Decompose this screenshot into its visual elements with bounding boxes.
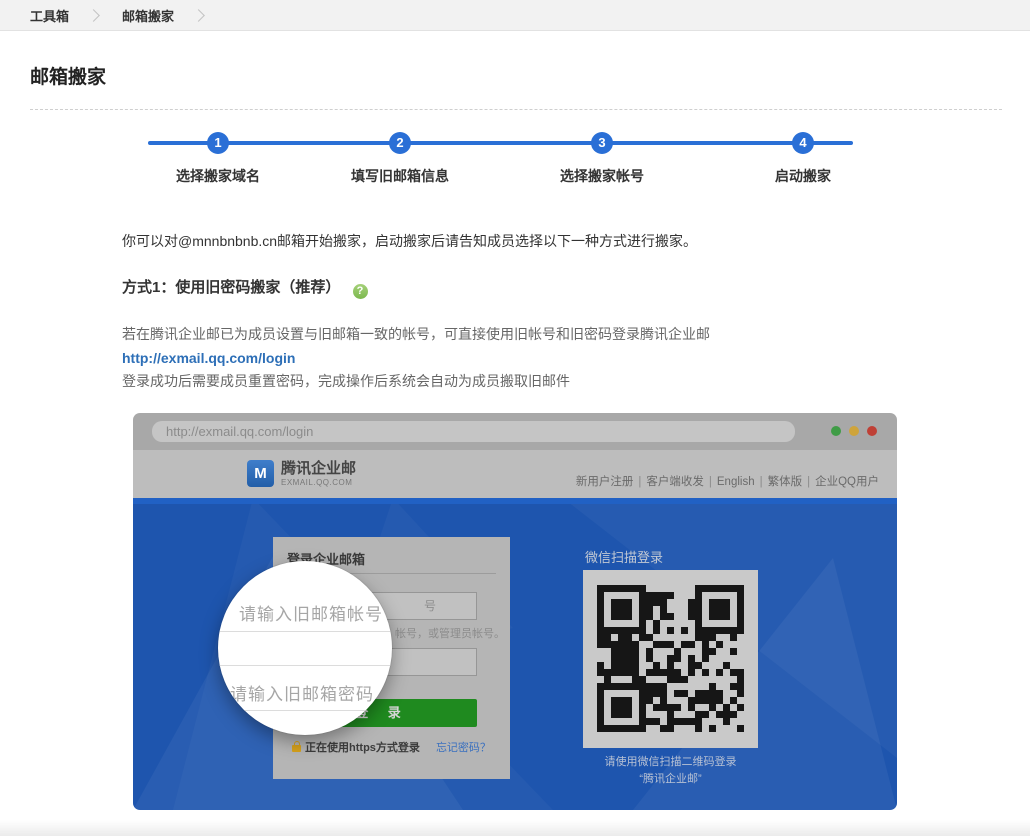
exmail-logo-subtitle: EXMAIL.QQ.COM: [281, 478, 356, 487]
password-placeholder-magnified: 请输入旧邮箱密码: [230, 680, 374, 705]
method1-line2: 登录成功后需要成员重置密码，完成操作后系统会自动为成员搬取旧邮件: [122, 370, 710, 394]
login-page-screenshot: http://exmail.qq.com/login M 腾讯企业邮 EXMAI…: [133, 413, 897, 810]
input-border-line: [218, 710, 392, 711]
step-2-label: 填写旧邮箱信息: [320, 166, 480, 186]
nav-register-link[interactable]: 新用户注册: [576, 476, 634, 488]
wechat-scan-heading: 微信扫描登录: [585, 547, 663, 566]
stepper-line: [148, 141, 853, 145]
chevron-right-icon: [87, 9, 100, 22]
qr-caption-line2: “腾讯企业邮”: [583, 770, 758, 786]
help-question-icon[interactable]: ?: [353, 284, 368, 299]
breadcrumb-mail-migration[interactable]: 邮箱搬家: [122, 6, 174, 25]
input-border-line: [218, 631, 392, 632]
nav-separator: |: [638, 476, 641, 488]
browser-url-bar[interactable]: http://exmail.qq.com/login: [152, 421, 795, 442]
red-dot-icon: [867, 426, 877, 436]
qr-finder-icon: [597, 683, 646, 732]
exmail-site-header: M 腾讯企业邮 EXMAIL.QQ.COM 新用户注册 | 客户端收发 | Englis…: [133, 450, 897, 498]
breadcrumb-toolbox[interactable]: 工具箱: [30, 6, 69, 25]
nav-separator: |: [760, 476, 763, 488]
browser-window-dots: [831, 426, 877, 436]
exmail-logo-title: 腾讯企业邮: [281, 461, 356, 476]
nav-traditional-link[interactable]: 繁体版: [768, 476, 803, 488]
qr-caption-line1: 请使用微信扫描二维码登录: [583, 753, 758, 769]
method1-description: 若在腾讯企业邮已为成员设置与旧邮箱一致的帐号，可直接使用旧帐号和旧密码登录腾讯企…: [122, 323, 710, 394]
browser-chrome: http://exmail.qq.com/login: [133, 413, 897, 450]
exmail-logo: M 腾讯企业邮 EXMAIL.QQ.COM: [247, 460, 356, 487]
chevron-right-icon: [192, 9, 205, 22]
account-placeholder-magnified: 请输入旧邮箱帐号: [239, 600, 383, 625]
nav-separator: |: [709, 476, 712, 488]
page-title: 邮箱搬家: [30, 62, 106, 89]
yellow-dot-icon: [849, 426, 859, 436]
exmail-login-link[interactable]: http://exmail.qq.com/login: [122, 347, 295, 371]
exmail-logo-icon: M: [247, 460, 274, 487]
step-3-dot: 3: [591, 132, 613, 154]
bottom-fade: [0, 820, 1030, 836]
magnifier-circle: 请输入旧邮箱帐号 请输入旧邮箱密码: [218, 561, 392, 735]
breadcrumb: 工具箱 邮箱搬家: [0, 0, 1030, 31]
account-hint-text: 帐号，或管理员帐号。: [395, 625, 505, 641]
green-dot-icon: [831, 426, 841, 436]
lock-icon: [292, 745, 301, 752]
step-4-label: 启动搬家: [723, 166, 883, 186]
login-panel-footer: 正在使用https方式登录 忘记密码？: [273, 739, 510, 755]
dashed-divider: [30, 109, 1002, 110]
method1-heading-text: 方式1：使用旧密码搬家（推荐）: [122, 279, 340, 296]
nav-separator: |: [807, 476, 810, 488]
migration-intro-text: 你可以对@mnnbnbnb.cn邮箱开始搬家，启动搬家后请告知成员选择以下一种方…: [122, 231, 697, 251]
qr-code: [583, 570, 758, 748]
input-border-line: [218, 665, 392, 666]
nav-english-link[interactable]: English: [717, 476, 755, 488]
https-note-text: 正在使用https方式登录: [305, 739, 420, 755]
qr-finder-icon: [597, 585, 646, 634]
step-2-dot: 2: [389, 132, 411, 154]
method1-heading: 方式1：使用旧密码搬家（推荐） ?: [122, 276, 368, 299]
step-4-dot: 4: [792, 132, 814, 154]
nav-qq-user-link[interactable]: 企业QQ用户: [815, 476, 879, 488]
https-note: 正在使用https方式登录: [292, 739, 420, 755]
forgot-password-link[interactable]: 忘记密码？: [436, 739, 491, 755]
header-accent-strip: [133, 498, 897, 504]
exmail-top-nav: 新用户注册 | 客户端收发 | English | 繁体版 | 企业QQ用户: [576, 473, 879, 489]
qr-finder-icon: [695, 585, 744, 634]
account-input-fragment: 号: [424, 593, 436, 619]
step-1-label: 选择搬家域名: [138, 166, 298, 186]
step-1-dot: 1: [207, 132, 229, 154]
mail-migration-page: 工具箱 邮箱搬家 邮箱搬家 1 2 3 4 选择搬家域名 填写旧邮箱信息 选择搬…: [0, 0, 1030, 836]
method1-line1: 若在腾讯企业邮已为成员设置与旧邮箱一致的帐号，可直接使用旧帐号和旧密码登录腾讯企…: [122, 323, 710, 347]
nav-client-link[interactable]: 客户端收发: [646, 476, 704, 488]
step-3-label: 选择搬家帐号: [522, 166, 682, 186]
